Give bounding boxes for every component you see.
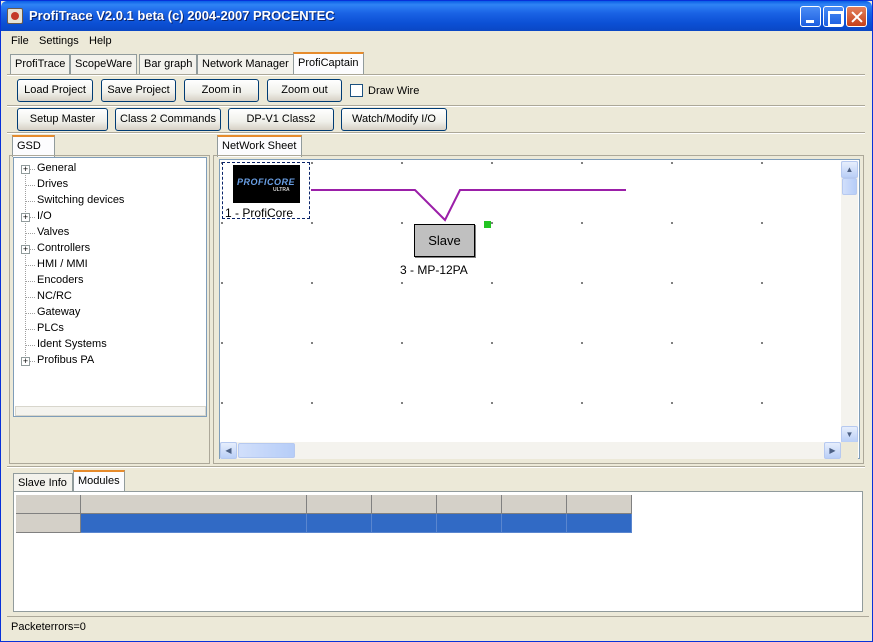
tree-item[interactable]: General (37, 162, 76, 174)
grid-corner-cell (16, 495, 81, 514)
profibus-wire (311, 189, 626, 222)
grid-cell-selected[interactable] (567, 514, 632, 533)
tab-network-manager[interactable]: Network Manager (197, 54, 294, 74)
vertical-scroll-thumb[interactable] (842, 178, 857, 195)
status-text: Packeterrors=0 (11, 621, 86, 633)
tree-item[interactable]: NC/RC (37, 290, 72, 302)
tree-expand-icon[interactable]: + (21, 357, 30, 366)
tree-connector (26, 201, 35, 202)
menu-file[interactable]: File (11, 35, 29, 47)
tree-connector (26, 233, 35, 234)
tab-modules[interactable]: Modules (73, 470, 125, 492)
logo-subtext: ULTRA (273, 187, 290, 193)
app-window: ProfiTrace V2.0.1 beta (c) 2004-2007 PRO… (0, 0, 873, 642)
menu-help[interactable]: Help (89, 35, 112, 47)
horizontal-scroll-thumb[interactable] (238, 443, 295, 458)
bottom-divider (7, 466, 865, 468)
menu-bar: File Settings Help (1, 32, 872, 51)
grid-column-header[interactable] (372, 495, 437, 514)
tree-item[interactable]: Ident Systems (37, 338, 107, 350)
tree-item[interactable]: PLCs (37, 322, 64, 334)
draw-wire-checkbox[interactable] (350, 84, 363, 97)
maximize-button[interactable] (823, 6, 844, 27)
tree-connector (26, 345, 35, 346)
tree-connector (26, 297, 35, 298)
grid-cell-selected[interactable] (502, 514, 567, 533)
scroll-up-button[interactable]: ▲ (841, 161, 858, 178)
grid-column-header[interactable] (567, 495, 632, 514)
scroll-left-button[interactable]: ◀ (220, 442, 237, 459)
slave-connector-handle[interactable] (484, 221, 491, 228)
network-canvas[interactable]: PROFICORE ULTRA 1 - ProfiCore Slave 3 - … (219, 159, 860, 459)
grid-cell-selected[interactable] (81, 514, 307, 533)
tree-item[interactable]: I/O (37, 210, 52, 222)
tree-connector (26, 313, 35, 314)
grid-cell-selected[interactable] (307, 514, 372, 533)
zoom-in-button[interactable]: Zoom in (184, 79, 259, 102)
proficore-logo: PROFICORE ULTRA (233, 165, 300, 203)
tab-scopeware[interactable]: ScopeWare (70, 54, 138, 74)
load-project-button[interactable]: Load Project (17, 79, 93, 102)
master-label: 1 - ProfiCore (225, 206, 294, 220)
master-node[interactable]: PROFICORE ULTRA 1 - ProfiCore (222, 162, 310, 220)
tree-item[interactable]: Encoders (37, 274, 83, 286)
tree-expand-icon[interactable]: + (21, 245, 30, 254)
toolbar2-divider (7, 132, 865, 134)
tab-gsd[interactable]: GSD (12, 135, 55, 157)
toolbar-divider (7, 105, 865, 107)
scroll-down-button[interactable]: ▼ (841, 426, 858, 443)
window-title: ProfiTrace V2.0.1 beta (c) 2004-2007 PRO… (29, 8, 335, 23)
dpv1-class2-button[interactable]: DP-V1 Class2 (228, 108, 334, 131)
tab-profitrace[interactable]: ProfiTrace (10, 54, 71, 74)
tree-expand-icon[interactable]: + (21, 213, 30, 222)
title-bar: ProfiTrace V2.0.1 beta (c) 2004-2007 PRO… (1, 1, 872, 31)
menu-settings[interactable]: Settings (39, 35, 79, 47)
slave-label: 3 - MP-12PA (400, 263, 468, 277)
tab-proficaptain[interactable]: ProfiCaptain (293, 52, 364, 74)
app-icon[interactable] (7, 8, 23, 24)
grid-cell-selected[interactable] (437, 514, 502, 533)
class2-commands-button[interactable]: Class 2 Commands (115, 108, 221, 131)
gsd-tree-scrollbar[interactable] (15, 406, 206, 416)
grid-column-header[interactable] (502, 495, 567, 514)
status-bar: Packeterrors=0 (7, 616, 869, 635)
grid-column-header[interactable] (81, 495, 307, 514)
tab-bar-graph[interactable]: Bar graph (139, 54, 198, 74)
scroll-right-button[interactable]: ▶ (824, 442, 841, 459)
slave-node[interactable]: Slave (414, 224, 475, 257)
watch-modify-io-button[interactable]: Watch/Modify I/O (341, 108, 447, 131)
tree-item[interactable]: HMI / MMI (37, 258, 88, 270)
tree-item[interactable]: Controllers (37, 242, 90, 254)
tab-strip-divider (7, 74, 865, 76)
draw-wire-label: Draw Wire (368, 85, 420, 97)
tree-connector (26, 329, 35, 330)
network-vertical-scrollbar[interactable]: ▲ ▼ (841, 161, 858, 443)
zoom-out-button[interactable]: Zoom out (267, 79, 342, 102)
tree-connector (26, 185, 35, 186)
tree-item[interactable]: Valves (37, 226, 69, 238)
grid-cell-selected[interactable] (372, 514, 437, 533)
close-button[interactable] (846, 6, 867, 27)
minimize-button[interactable] (800, 6, 821, 27)
tree-item[interactable]: Switching devices (37, 194, 124, 206)
grid-column-header[interactable] (437, 495, 502, 514)
tree-expand-icon[interactable]: + (21, 165, 30, 174)
logo-text: PROFICORE (237, 177, 296, 187)
grid-row-header[interactable] (16, 514, 81, 533)
tab-network-sheet[interactable]: NetWork Sheet (217, 135, 302, 157)
tree-item[interactable]: Gateway (37, 306, 80, 318)
tree-connector (26, 281, 35, 282)
tree-connector (26, 265, 35, 266)
save-project-button[interactable]: Save Project (101, 79, 176, 102)
network-horizontal-scrollbar[interactable]: ◀ ▶ (220, 442, 841, 459)
grid-column-header[interactable] (307, 495, 372, 514)
modules-panel (13, 491, 863, 612)
gsd-tree: + General Drives Switching devices + I/O Valve… (13, 157, 207, 417)
setup-master-button[interactable]: Setup Master (17, 108, 108, 131)
tree-item[interactable]: Profibus PA (37, 354, 94, 366)
scroll-corner (841, 442, 858, 459)
tree-item[interactable]: Drives (37, 178, 68, 190)
tab-slave-info[interactable]: Slave Info (13, 473, 73, 493)
